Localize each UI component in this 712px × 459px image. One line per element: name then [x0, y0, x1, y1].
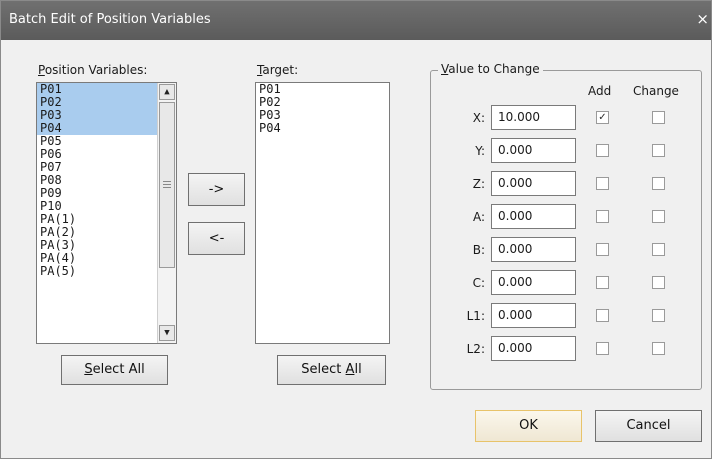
- change-checkbox-x[interactable]: [652, 111, 665, 124]
- scroll-thumb[interactable]: [159, 102, 175, 268]
- value-to-change-title: Value to Change: [438, 62, 543, 76]
- add-checkbox-a[interactable]: [596, 210, 609, 223]
- axis-label-x: X:: [472, 111, 485, 125]
- add-checkbox-l1[interactable]: [596, 309, 609, 322]
- dialog-window: Batch Edit of Position Variables × Posit…: [0, 0, 712, 459]
- cancel-button[interactable]: Cancel: [595, 410, 702, 442]
- value-input-x[interactable]: 10.000: [491, 105, 576, 130]
- add-checkbox-z[interactable]: [596, 177, 609, 190]
- add-checkbox-c[interactable]: [596, 276, 609, 289]
- value-input-l2[interactable]: 0.000: [491, 336, 576, 361]
- value-input-c[interactable]: 0.000: [491, 270, 576, 295]
- target-list[interactable]: P01 P02 P03 P04: [255, 82, 390, 344]
- change-checkbox-c[interactable]: [652, 276, 665, 289]
- select-all-positions-button[interactable]: Select All: [61, 355, 168, 385]
- scroll-up-arrow-icon[interactable]: ▲: [159, 84, 175, 100]
- add-checkbox-b[interactable]: [596, 243, 609, 256]
- change-checkbox-y[interactable]: [652, 144, 665, 157]
- target-label: Target:: [257, 63, 299, 77]
- vertical-scrollbar[interactable]: ▲ ▼: [157, 83, 176, 343]
- axis-label-a: A:: [472, 210, 485, 224]
- value-input-l1[interactable]: 0.000: [491, 303, 576, 328]
- select-all-target-button[interactable]: Select All: [277, 355, 386, 385]
- change-checkbox-a[interactable]: [652, 210, 665, 223]
- change-checkbox-b[interactable]: [652, 243, 665, 256]
- value-input-a[interactable]: 0.000: [491, 204, 576, 229]
- close-icon[interactable]: ×: [696, 10, 709, 28]
- change-checkbox-l2[interactable]: [652, 342, 665, 355]
- add-to-target-button[interactable]: ->: [188, 173, 245, 206]
- value-input-y[interactable]: 0.000: [491, 138, 576, 163]
- add-checkbox-y[interactable]: [596, 144, 609, 157]
- title-bar[interactable]: Batch Edit of Position Variables ×: [1, 1, 711, 40]
- change-column-header: Change: [633, 84, 679, 98]
- position-list-item[interactable]: PA(5): [37, 265, 157, 278]
- position-variables-label: Position Variables:: [38, 63, 148, 77]
- value-input-z[interactable]: 0.000: [491, 171, 576, 196]
- ok-button[interactable]: OK: [475, 410, 582, 442]
- axis-label-b: B:: [472, 243, 485, 257]
- axis-label-c: C:: [472, 276, 485, 290]
- add-column-header: Add: [588, 84, 612, 98]
- add-checkbox-x[interactable]: ✓: [596, 111, 609, 124]
- scroll-down-arrow-icon[interactable]: ▼: [159, 325, 175, 341]
- axis-label-y: Y:: [475, 144, 485, 158]
- axis-label-l2: L2:: [466, 342, 485, 356]
- axis-label-z: Z:: [472, 177, 485, 191]
- window-title: Batch Edit of Position Variables: [9, 12, 211, 27]
- add-checkbox-l2[interactable]: [596, 342, 609, 355]
- value-input-b[interactable]: 0.000: [491, 237, 576, 262]
- axis-label-l1: L1:: [466, 309, 485, 323]
- change-checkbox-l1[interactable]: [652, 309, 665, 322]
- position-variables-list[interactable]: P01 P02 P03 P04 P05 P06 P07 P08 P09 P10 PA(1) PA(2)…: [36, 82, 177, 344]
- target-list-item[interactable]: P04: [256, 122, 389, 135]
- change-checkbox-z[interactable]: [652, 177, 665, 190]
- remove-from-target-button[interactable]: <-: [188, 222, 245, 255]
